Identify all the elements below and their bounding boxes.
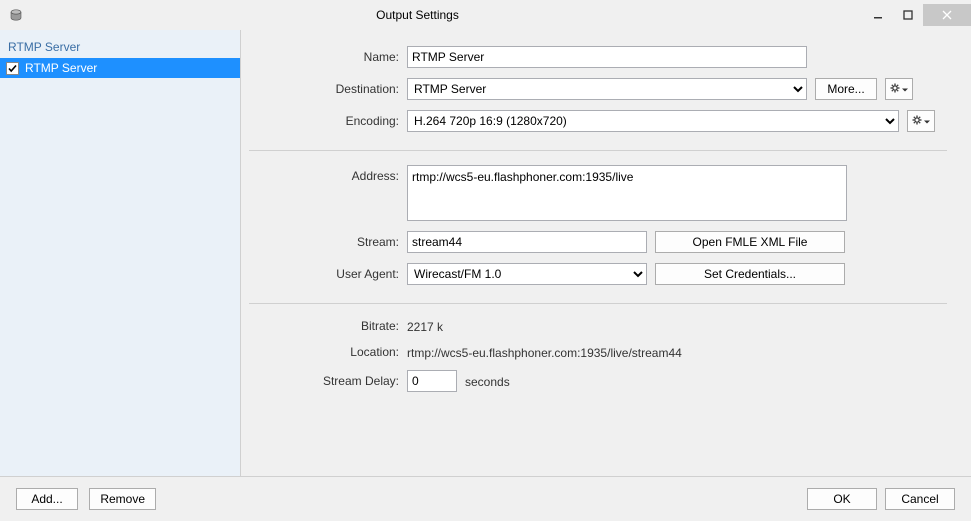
destination-label: Destination: <box>249 82 407 96</box>
sidebar-item-checkbox[interactable] <box>6 62 19 75</box>
destination-gear-button[interactable] <box>885 78 913 100</box>
ok-button[interactable]: OK <box>807 488 877 510</box>
remove-button[interactable]: Remove <box>89 488 156 510</box>
add-button[interactable]: Add... <box>16 488 78 510</box>
body: RTMP Server RTMP Server Name: Destinatio… <box>0 30 971 477</box>
location-label: Location: <box>249 345 407 359</box>
output-settings-window: Output Settings RTMP Server RTMP Server <box>0 0 971 521</box>
stream-input[interactable] <box>407 231 647 253</box>
form: Name: Destination: RTMP Server More... <box>249 46 947 402</box>
gear-icon <box>912 114 922 128</box>
minimize-button[interactable] <box>863 4 893 26</box>
footer-left: Add... Remove <box>16 488 164 510</box>
sidebar-item-rtmp-server[interactable]: RTMP Server <box>0 58 240 78</box>
close-button[interactable] <box>923 4 971 26</box>
window-buttons <box>863 4 971 26</box>
open-fmle-xml-button[interactable]: Open FMLE XML File <box>655 231 845 253</box>
set-credentials-button[interactable]: Set Credentials... <box>655 263 845 285</box>
sidebar-heading: RTMP Server <box>0 34 240 58</box>
chevron-down-icon <box>902 82 908 96</box>
user-agent-select[interactable]: Wirecast/FM 1.0 <box>407 263 647 285</box>
cancel-button[interactable]: Cancel <box>885 488 955 510</box>
encoding-label: Encoding: <box>249 114 407 128</box>
name-input[interactable] <box>407 46 807 68</box>
encoding-gear-button[interactable] <box>907 110 935 132</box>
user-agent-label: User Agent: <box>249 267 407 281</box>
bitrate-label: Bitrate: <box>249 319 407 333</box>
bitrate-value: 2217 k <box>407 318 947 334</box>
encoding-select[interactable]: H.264 720p 16:9 (1280x720) <box>407 110 899 132</box>
gear-icon <box>890 82 900 96</box>
more-button[interactable]: More... <box>815 78 877 100</box>
stream-delay-input[interactable] <box>407 370 457 392</box>
main-panel: Name: Destination: RTMP Server More... <box>241 30 971 476</box>
stream-label: Stream: <box>249 235 407 249</box>
sidebar: RTMP Server RTMP Server <box>0 30 241 476</box>
destination-select[interactable]: RTMP Server <box>407 78 807 100</box>
address-label: Address: <box>249 165 407 183</box>
address-input[interactable]: rtmp://wcs5-eu.flashphoner.com:1935/live <box>407 165 847 221</box>
stream-delay-label: Stream Delay: <box>249 374 407 388</box>
chevron-down-icon <box>924 114 930 128</box>
name-label: Name: <box>249 50 407 64</box>
titlebar: Output Settings <box>0 0 971 30</box>
maximize-button[interactable] <box>893 4 923 26</box>
stream-delay-unit: seconds <box>465 373 510 389</box>
location-value: rtmp://wcs5-eu.flashphoner.com:1935/live… <box>407 344 947 360</box>
separator <box>249 303 947 304</box>
footer: Add... Remove OK Cancel <box>0 477 971 521</box>
sidebar-item-label: RTMP Server <box>25 61 97 75</box>
separator <box>249 150 947 151</box>
window-title: Output Settings <box>0 8 863 22</box>
